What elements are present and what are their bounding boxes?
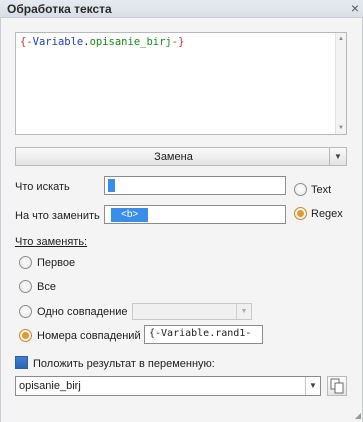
code-brace-close: -} — [171, 36, 185, 48]
editor-content[interactable]: {-Variable.opisanie_birj-} — [20, 36, 184, 48]
chevron-down-icon[interactable]: ▼ — [236, 304, 251, 319]
editor-scrollbar[interactable]: ▲ ▼ — [335, 33, 346, 134]
resize-grip-icon[interactable]: ◢ — [355, 411, 361, 420]
radio-first[interactable] — [19, 256, 32, 269]
radio-text[interactable] — [294, 183, 307, 196]
find-input[interactable] — [104, 176, 286, 195]
what-to-replace-heading: Что заменять: — [15, 236, 88, 248]
window-title: Обработка текста — [7, 2, 112, 16]
replace-input[interactable]: <b> — [104, 205, 286, 224]
radio-match-numbers[interactable] — [19, 329, 32, 342]
match-numbers-value: {-Variable.rand1- — [149, 328, 252, 339]
radio-all-label: Все — [37, 281, 56, 293]
chevron-down-icon[interactable]: ▼ — [329, 148, 346, 165]
radio-one-match[interactable] — [19, 305, 32, 318]
output-to-variable-checkbox[interactable] — [15, 356, 28, 369]
code-brace-open: {- — [20, 36, 33, 48]
copy-icon — [330, 378, 344, 394]
replace-value: <b> — [111, 208, 149, 222]
chevron-down-icon[interactable]: ▼ — [305, 377, 320, 395]
text-cursor — [108, 179, 115, 192]
code-namespace: Variable — [32, 36, 84, 48]
operation-selected: Замена — [154, 151, 193, 163]
output-to-variable-label: Положить результат в переменную: — [33, 358, 215, 370]
radio-one-match-label: Одно совпадение — [37, 306, 128, 318]
replace-label: На что заменить — [15, 210, 100, 222]
copy-button[interactable] — [327, 376, 347, 396]
radio-regex-label: Regex — [311, 208, 343, 220]
operation-dropdown[interactable]: Замена ▼ — [15, 147, 347, 166]
one-match-select[interactable]: ▼ — [132, 303, 252, 320]
text-input-editor[interactable]: {-Variable.opisanie_birj-} ▲ ▼ — [15, 32, 347, 135]
match-numbers-input[interactable]: {-Variable.rand1- — [144, 325, 263, 344]
radio-text-label: Text — [311, 184, 332, 196]
radio-first-label: Первое — [37, 257, 76, 269]
close-icon[interactable]: × — [351, 0, 359, 16]
find-label: Что искать — [15, 181, 70, 193]
scroll-down-icon[interactable]: ▼ — [338, 125, 344, 131]
output-variable-value: opisanie_birj — [19, 380, 81, 392]
code-variable: opisanie_birj — [89, 36, 172, 48]
window-titlebar: Обработка текста × — [0, 0, 363, 18]
radio-regex[interactable] — [294, 207, 307, 220]
radio-match-numbers-label: Номера совпадений — [37, 330, 141, 342]
scroll-up-icon[interactable]: ▲ — [338, 36, 344, 42]
radio-all[interactable] — [19, 280, 32, 293]
output-variable-select[interactable]: opisanie_birj ▼ — [15, 376, 321, 396]
